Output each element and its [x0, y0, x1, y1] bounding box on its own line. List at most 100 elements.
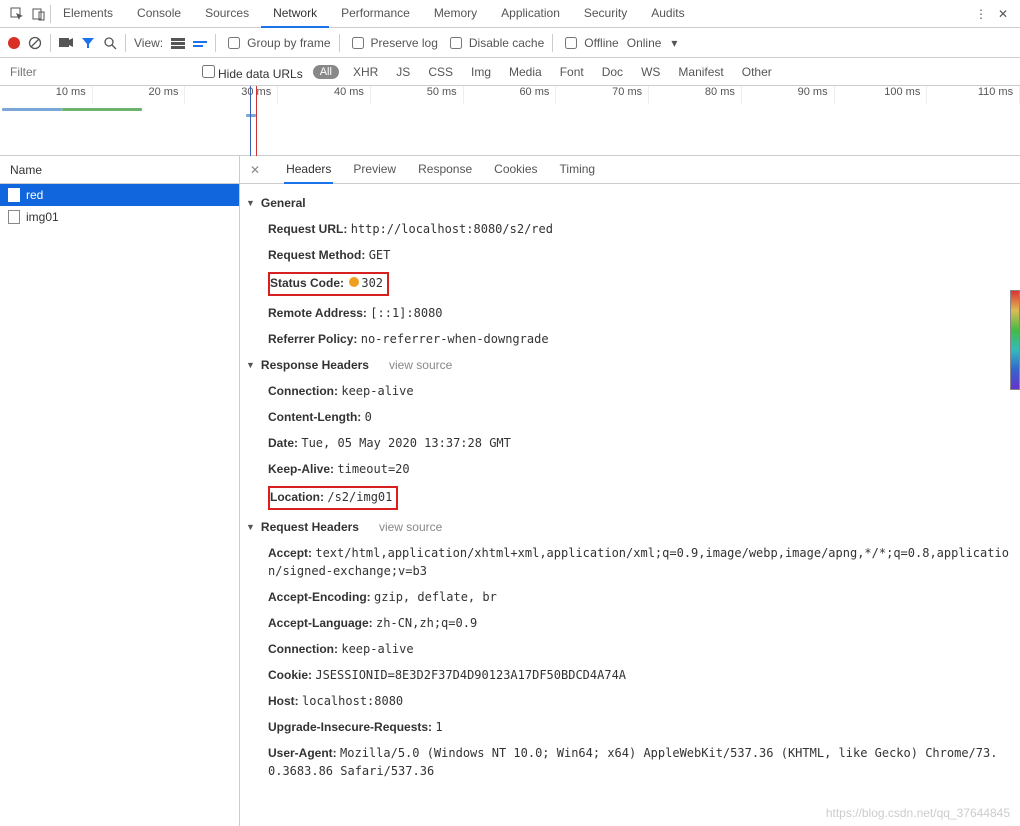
header-row: Keep-Alive: timeout=20 [246, 456, 1010, 482]
header-row: Remote Address: [::1]:8080 [246, 300, 1010, 326]
device-toolbar-icon[interactable] [28, 3, 50, 25]
document-icon [8, 188, 20, 202]
tab-elements[interactable]: Elements [51, 0, 125, 28]
chevron-down-icon: ▼ [246, 360, 255, 370]
filter-type-ws[interactable]: WS [637, 65, 664, 79]
tab-preview[interactable]: Preview [351, 156, 398, 184]
network-toolbar: View: Group by frame Preserve log Disabl… [0, 28, 1020, 58]
tab-headers[interactable]: Headers [284, 156, 333, 184]
record-icon[interactable] [8, 37, 20, 49]
tab-network[interactable]: Network [261, 0, 329, 28]
tab-application[interactable]: Application [489, 0, 572, 28]
filter-input[interactable] [8, 64, 188, 80]
header-row: User-Agent: Mozilla/5.0 (Windows NT 10.0… [246, 740, 1010, 784]
filter-type-doc[interactable]: Doc [598, 65, 627, 79]
request-name: img01 [26, 210, 59, 224]
tab-memory[interactable]: Memory [422, 0, 489, 28]
request-name: red [26, 188, 43, 202]
header-row: Date: Tue, 05 May 2020 13:37:28 GMT [246, 430, 1010, 456]
filter-type-all[interactable]: All [313, 65, 339, 79]
chevron-down-icon: ▼ [246, 198, 255, 208]
filter-type-css[interactable]: CSS [424, 65, 457, 79]
large-rows-icon[interactable] [171, 37, 185, 49]
inspect-icon[interactable] [6, 3, 28, 25]
section-request-headers[interactable]: ▼ Request Headers view source [246, 514, 1010, 540]
tab-console[interactable]: Console [125, 0, 193, 28]
filter-type-js[interactable]: JS [392, 65, 414, 79]
header-row: Accept: text/html,application/xhtml+xml,… [246, 540, 1010, 584]
close-icon[interactable]: ✕ [992, 3, 1014, 25]
devtools-tab-bar: Elements Console Sources Network Perform… [0, 0, 1020, 28]
color-strip-decoration [1010, 290, 1020, 390]
timeline-tick: 90 ms [742, 86, 835, 104]
camera-icon[interactable] [59, 37, 73, 49]
header-row: Request Method: GET [246, 242, 1010, 268]
tab-security[interactable]: Security [572, 0, 639, 28]
header-row: Upgrade-Insecure-Requests: 1 [246, 714, 1010, 740]
watermark: https://blog.csdn.net/qq_37644845 [826, 806, 1010, 820]
filter-type-font[interactable]: Font [556, 65, 588, 79]
timeline-tick: 110 ms [927, 86, 1020, 104]
timeline-overview[interactable]: 10 ms 20 ms 30 ms 40 ms 50 ms 60 ms 70 m… [0, 86, 1020, 156]
tab-sources[interactable]: Sources [193, 0, 261, 28]
header-row-status-code: Status Code: 302 [246, 268, 1010, 300]
divider [50, 34, 51, 52]
header-row: Connection: keep-alive [246, 378, 1010, 404]
timeline-tick: 100 ms [835, 86, 928, 104]
chevron-down-icon: ▼ [246, 522, 255, 532]
request-details: ✕ Headers Preview Response Cookies Timin… [240, 156, 1020, 826]
header-row: Request URL: http://localhost:8080/s2/re… [246, 216, 1010, 242]
timeline-tick: 10 ms [0, 86, 93, 104]
divider [552, 34, 553, 52]
timeline-tick: 40 ms [278, 86, 371, 104]
tab-timing[interactable]: Timing [558, 156, 598, 184]
filter-type-xhr[interactable]: XHR [349, 65, 382, 79]
clear-icon[interactable] [28, 36, 42, 50]
tab-performance[interactable]: Performance [329, 0, 422, 28]
tab-response[interactable]: Response [416, 156, 474, 184]
filter-icon[interactable] [81, 36, 95, 50]
tab-cookies[interactable]: Cookies [492, 156, 539, 184]
online-select[interactable]: Online ▾ [627, 36, 678, 50]
request-row[interactable]: red [0, 184, 239, 206]
section-general[interactable]: ▼ General [246, 190, 1010, 216]
detail-tabs: ✕ Headers Preview Response Cookies Timin… [240, 156, 1020, 184]
preserve-log-checkbox[interactable]: Preserve log [348, 34, 438, 52]
filter-type-other[interactable]: Other [738, 65, 776, 79]
header-row: Connection: keep-alive [246, 636, 1010, 662]
header-row: Accept-Language: zh-CN,zh;q=0.9 [246, 610, 1010, 636]
header-row: Referrer Policy: no-referrer-when-downgr… [246, 326, 1010, 352]
section-response-headers[interactable]: ▼ Response Headers view source [246, 352, 1010, 378]
filter-type-manifest[interactable]: Manifest [674, 65, 727, 79]
view-source-link[interactable]: view source [389, 358, 452, 372]
timeline-tick: 20 ms [93, 86, 186, 104]
timeline-tick: 30 ms [185, 86, 278, 104]
divider [125, 34, 126, 52]
overview-icon[interactable] [193, 37, 207, 49]
filter-bar: Hide data URLs All XHR JS CSS Img Media … [0, 58, 1020, 86]
header-row: Accept-Encoding: gzip, deflate, br [246, 584, 1010, 610]
divider [215, 34, 216, 52]
request-list: Name red img01 [0, 156, 240, 826]
offline-checkbox[interactable]: Offline [561, 34, 618, 52]
view-label: View: [134, 36, 163, 50]
filter-type-media[interactable]: Media [505, 65, 546, 79]
disable-cache-checkbox[interactable]: Disable cache [446, 34, 544, 52]
more-icon[interactable]: ⋮ [970, 3, 992, 25]
request-list-header[interactable]: Name [0, 156, 239, 184]
header-row: Content-Length: 0 [246, 404, 1010, 430]
header-row-location: Location: /s2/img01 [246, 482, 1010, 514]
tab-audits[interactable]: Audits [639, 0, 696, 28]
timeline-tick: 80 ms [649, 86, 742, 104]
search-icon[interactable] [103, 36, 117, 50]
filter-type-img[interactable]: Img [467, 65, 495, 79]
close-details-icon[interactable]: ✕ [250, 163, 266, 177]
hide-data-urls-checkbox[interactable]: Hide data URLs [198, 62, 303, 81]
timeline-tick: 60 ms [464, 86, 557, 104]
view-source-link[interactable]: view source [379, 520, 442, 534]
divider [339, 34, 340, 52]
group-by-frame-checkbox[interactable]: Group by frame [224, 34, 330, 52]
timeline-tick: 50 ms [371, 86, 464, 104]
request-row[interactable]: img01 [0, 206, 239, 228]
header-row: Host: localhost:8080 [246, 688, 1010, 714]
